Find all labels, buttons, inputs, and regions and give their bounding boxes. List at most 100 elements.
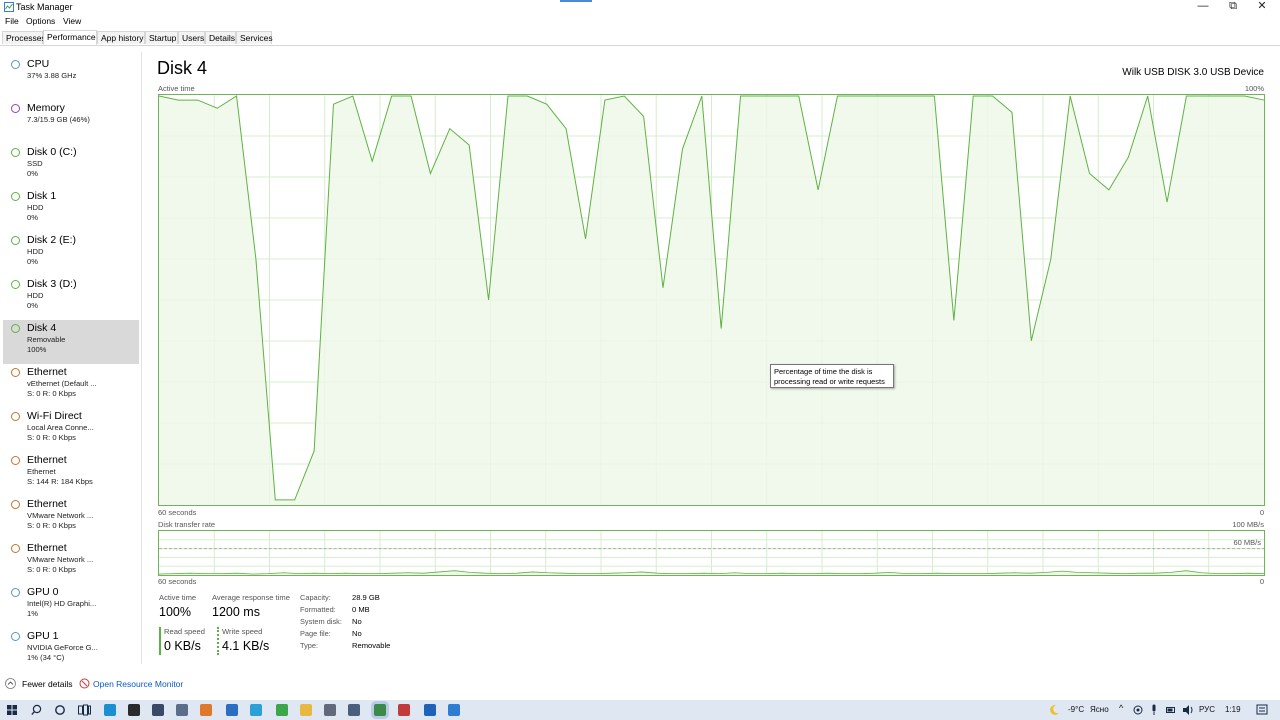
graph-thumbnail-icon bbox=[11, 60, 20, 69]
active-time-max-label: 100% bbox=[1244, 84, 1264, 93]
sidebar-item-disk-3-d[interactable]: Disk 3 (D:) HDD 0% bbox=[3, 276, 139, 320]
write-speed-value: 4.1 KB/s bbox=[222, 639, 270, 653]
menu-options[interactable]: Options bbox=[26, 16, 55, 26]
graph-thumbnail-icon bbox=[11, 324, 20, 333]
sidebar-item-gpu-1[interactable]: GPU 1 NVIDIA GeForce G... 1% (34 °C) bbox=[3, 628, 139, 672]
close-button[interactable]: ✕ bbox=[1244, 0, 1280, 14]
moon-weather-icon[interactable] bbox=[1048, 704, 1060, 716]
tab-bar: Processes Performance App history Startu… bbox=[0, 30, 1280, 46]
clock-time[interactable]: 1:19 bbox=[1225, 705, 1241, 714]
edge-icon[interactable] bbox=[104, 704, 116, 716]
tab-startup[interactable]: Startup bbox=[145, 31, 178, 44]
sidebar-item-value: S: 144 R: 184 Kbps bbox=[27, 477, 93, 486]
resource-sidebar: CPU 37% 3.88 GHz Memory 7.3/15.9 GB (46%) Di… bbox=[0, 52, 142, 664]
transfer-zero-label: 0 bbox=[1259, 577, 1264, 586]
store-icon[interactable] bbox=[128, 704, 140, 716]
transfer-rate-graph[interactable] bbox=[158, 530, 1265, 576]
tab-details[interactable]: Details bbox=[205, 31, 236, 44]
sidebar-item-detail: HDD bbox=[27, 203, 44, 212]
battery-icon[interactable] bbox=[1166, 705, 1176, 715]
telegram-icon[interactable] bbox=[250, 704, 262, 716]
tab-processes[interactable]: Processes bbox=[2, 31, 46, 44]
cortana-icon[interactable] bbox=[54, 704, 66, 716]
sidebar-item-disk-4[interactable]: Disk 4 Removable 100% bbox=[3, 320, 139, 364]
gear-app-icon[interactable] bbox=[348, 704, 360, 716]
task-view-icon[interactable] bbox=[78, 704, 91, 716]
open-resource-monitor-link[interactable]: Open Resource Monitor bbox=[93, 679, 183, 689]
task-manager-app-icon[interactable] bbox=[374, 704, 386, 716]
sidebar-item-value: S: 0 R: 0 Kbps bbox=[27, 389, 76, 398]
weather-description[interactable]: Ясно bbox=[1090, 705, 1109, 714]
mail-icon[interactable] bbox=[226, 704, 238, 716]
sidebar-item-name: Ethernet bbox=[27, 366, 67, 378]
sidebar-item-cpu[interactable]: CPU 37% 3.88 GHz bbox=[3, 56, 139, 100]
sidebar-item-detail: SSD bbox=[27, 159, 43, 168]
type-key: Type: bbox=[300, 641, 319, 650]
notifications-icon[interactable] bbox=[1256, 704, 1268, 716]
sidebar-item-wi-fi-direct[interactable]: Wi-Fi Direct Local Area Conne... S: 0 R: 0… bbox=[3, 408, 139, 452]
page-file-value: No bbox=[352, 629, 362, 638]
tool-icon[interactable] bbox=[324, 704, 336, 716]
menu-file[interactable]: File bbox=[5, 16, 19, 26]
page-file-key: Page file: bbox=[300, 629, 331, 638]
settings-icon[interactable] bbox=[152, 704, 164, 716]
sidebar-item-ethernet[interactable]: Ethernet vEthernet (Default ... S: 0 R: 0 … bbox=[3, 364, 139, 408]
tab-app-history[interactable]: App history bbox=[97, 31, 145, 44]
sidebar-item-gpu-0[interactable]: GPU 0 Intel(R) HD Graphi... 1% bbox=[3, 584, 139, 628]
input-language[interactable]: РУС bbox=[1199, 705, 1215, 714]
graph-thumbnail-icon bbox=[11, 280, 20, 289]
sidebar-item-detail: Ethernet bbox=[27, 467, 56, 476]
task-manager-icon bbox=[4, 2, 14, 12]
pin-icon[interactable] bbox=[200, 704, 212, 716]
page-title: Disk 4 bbox=[157, 58, 208, 78]
tab-performance[interactable]: Performance bbox=[43, 30, 97, 45]
volume-icon[interactable] bbox=[1182, 704, 1194, 716]
sidebar-item-detail: Intel(R) HD Graphi... bbox=[27, 599, 97, 608]
sidebar-item-ethernet[interactable]: Ethernet VMware Network ... S: 0 R: 0 Kbps bbox=[3, 540, 139, 584]
chevron-up-icon[interactable] bbox=[5, 678, 16, 689]
shield-app-icon[interactable] bbox=[424, 704, 436, 716]
sidebar-item-name: Disk 4 bbox=[27, 322, 57, 334]
read-speed-value: 0 KB/s bbox=[164, 639, 201, 653]
microphone-icon[interactable] bbox=[1150, 704, 1158, 716]
sidebar-item-name: GPU 0 bbox=[27, 586, 59, 598]
search-icon[interactable] bbox=[31, 704, 42, 716]
chrome-icon[interactable] bbox=[276, 704, 288, 716]
sidebar-item-memory[interactable]: Memory 7.3/15.9 GB (46%) bbox=[3, 100, 139, 144]
menu-view[interactable]: View bbox=[63, 16, 81, 26]
sidebar-item-name: CPU bbox=[27, 58, 50, 70]
sidebar-item-value: 100% bbox=[27, 345, 47, 354]
tab-users[interactable]: Users bbox=[178, 31, 205, 44]
tab-services[interactable]: Services bbox=[236, 31, 273, 44]
globe-app-icon[interactable] bbox=[448, 704, 460, 716]
graph-thumbnail-icon bbox=[11, 148, 20, 157]
sidebar-item-disk-0-c[interactable]: Disk 0 (C:) SSD 0% bbox=[3, 144, 139, 188]
focus-strip bbox=[560, 0, 592, 2]
graph-thumbnail-icon bbox=[11, 544, 20, 553]
sidebar-item-ethernet[interactable]: Ethernet VMware Network ... S: 0 R: 0 Kbps bbox=[3, 496, 139, 540]
sidebar-item-value: 0% bbox=[27, 301, 38, 310]
write-speed-label: Write speed bbox=[222, 627, 263, 636]
formatted-value: 0 MB bbox=[352, 605, 370, 614]
sidebar-item-detail: Removable bbox=[27, 335, 66, 344]
weather-temperature[interactable]: -9°C bbox=[1068, 705, 1084, 714]
sidebar-item-disk-2-e[interactable]: Disk 2 (E:) HDD 0% bbox=[3, 232, 139, 276]
windows-start-icon[interactable] bbox=[7, 705, 17, 715]
network-status-icon[interactable] bbox=[1133, 705, 1143, 715]
sidebar-item-value: S: 0 R: 0 Kbps bbox=[27, 521, 76, 530]
system-disk-key: System disk: bbox=[300, 617, 342, 626]
active-time-graph[interactable] bbox=[158, 94, 1265, 506]
sidebar-item-name: GPU 1 bbox=[27, 630, 59, 642]
chat-icon[interactable] bbox=[176, 704, 188, 716]
write-speed-bar bbox=[217, 627, 219, 655]
transfer-seconds-label: 60 seconds bbox=[158, 577, 197, 586]
sidebar-item-disk-1[interactable]: Disk 1 HDD 0% bbox=[3, 188, 139, 232]
tray-chevron-icon[interactable]: ^ bbox=[1119, 703, 1123, 713]
grid-app-icon[interactable] bbox=[398, 704, 410, 716]
sidebar-item-ethernet[interactable]: Ethernet Ethernet S: 144 R: 184 Kbps bbox=[3, 452, 139, 496]
folder-icon[interactable] bbox=[300, 704, 312, 716]
sidebar-item-detail: Local Area Conne... bbox=[27, 423, 94, 432]
sidebar-item-name: Disk 3 (D:) bbox=[27, 278, 77, 290]
transfer-rate-max-label: 100 MB/s bbox=[1232, 520, 1264, 529]
fewer-details-button[interactable]: Fewer details bbox=[22, 679, 73, 689]
